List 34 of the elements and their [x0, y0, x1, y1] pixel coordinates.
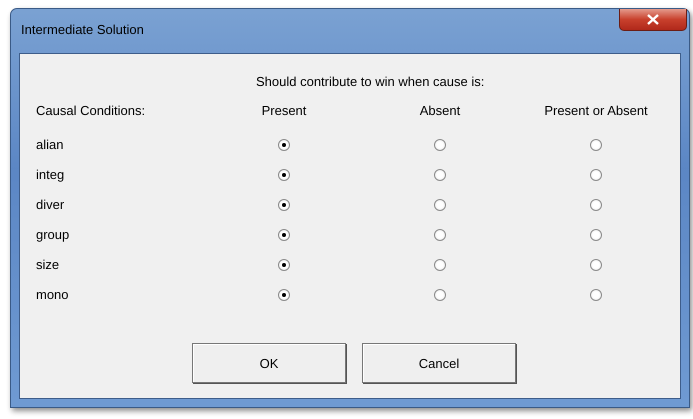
radio-button[interactable] — [278, 139, 290, 151]
cancel-button[interactable]: Cancel — [362, 343, 516, 383]
condition-label: integ — [36, 166, 66, 184]
radio-button[interactable] — [434, 199, 446, 211]
radio-button[interactable] — [278, 169, 290, 181]
radio-button[interactable] — [278, 259, 290, 271]
radio-button[interactable] — [590, 289, 602, 301]
column-header: Causal Conditions: — [36, 102, 146, 120]
condition-label: diver — [36, 196, 66, 214]
condition-label: size — [36, 256, 60, 274]
column-header: Absent — [420, 102, 460, 120]
radio-button[interactable] — [278, 229, 290, 241]
radio-button[interactable] — [434, 229, 446, 241]
condition-label: group — [36, 226, 70, 244]
radio-button[interactable] — [278, 289, 290, 301]
condition-label: mono — [36, 286, 70, 304]
radio-button[interactable] — [434, 139, 446, 151]
radio-button[interactable] — [590, 259, 602, 271]
close-button[interactable] — [619, 9, 687, 31]
close-icon — [647, 14, 659, 25]
radio-button[interactable] — [434, 169, 446, 181]
column-header: Present or Absent — [544, 102, 648, 120]
radio-button[interactable] — [590, 169, 602, 181]
radio-button[interactable] — [278, 199, 290, 211]
radio-button[interactable] — [590, 139, 602, 151]
ok-button[interactable]: OK — [192, 343, 346, 383]
radio-button[interactable] — [434, 259, 446, 271]
condition-label: alian — [36, 136, 64, 154]
radio-button[interactable] — [590, 199, 602, 211]
radio-button[interactable] — [590, 229, 602, 241]
window-title: Intermediate Solution — [21, 22, 144, 37]
column-header: Present — [262, 102, 306, 120]
prompt-text: Should contribute to win when cause is: — [255, 73, 486, 91]
radio-button[interactable] — [434, 289, 446, 301]
